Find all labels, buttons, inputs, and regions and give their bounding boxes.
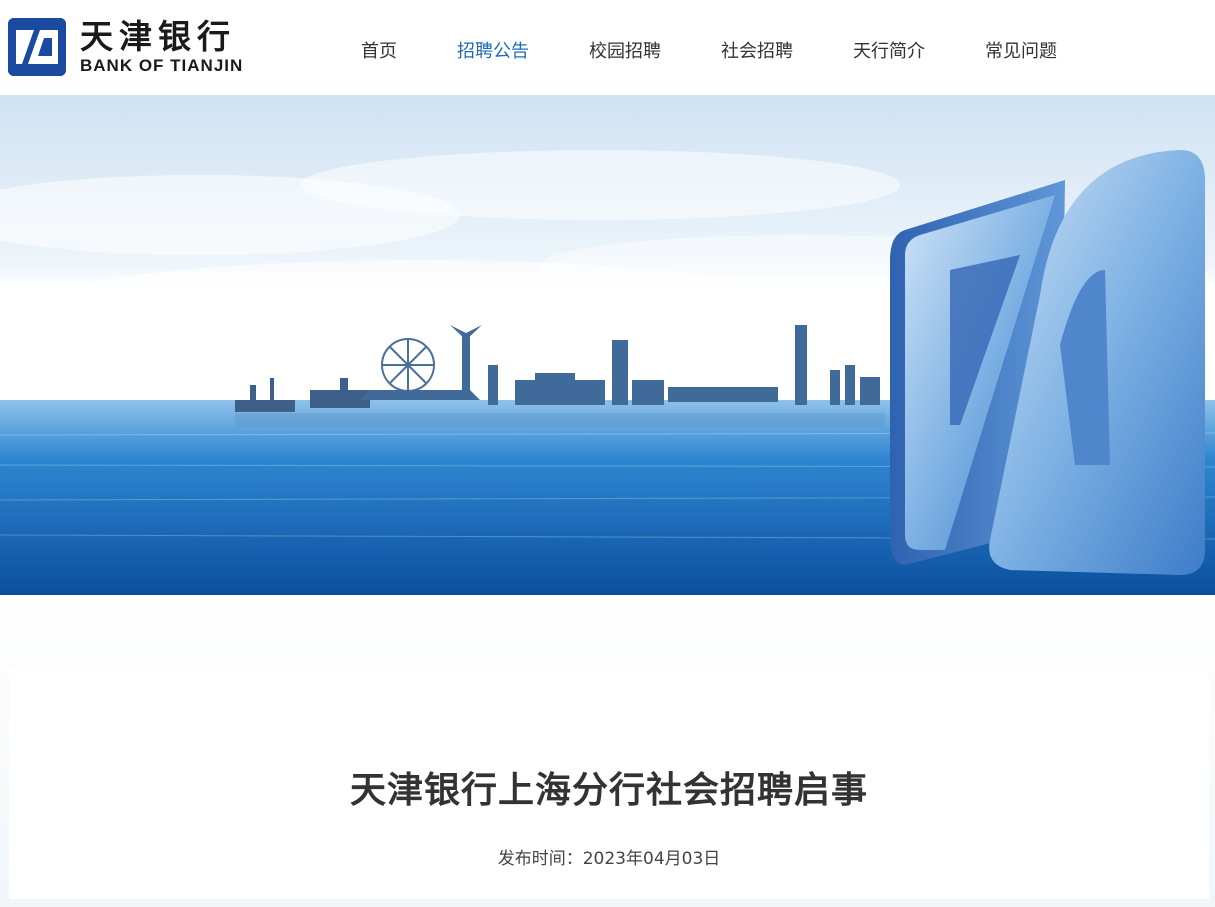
bank-logo-icon <box>8 18 66 76</box>
article-date: 发布时间：2023年04月03日 <box>9 844 1209 869</box>
article-card: 天津银行上海分行社会招聘启事 发布时间：2023年04月03日 <box>9 667 1209 899</box>
nav-item-announcements[interactable]: 招聘公告 <box>457 37 529 63</box>
nav-item-faq[interactable]: 常见问题 <box>985 37 1057 63</box>
brand-logo[interactable]: 天津银行 BANK OF TIANJIN <box>8 17 288 77</box>
date-label: 发布时间： <box>497 849 583 869</box>
nav-item-home[interactable]: 首页 <box>361 37 397 63</box>
nav-item-social[interactable]: 社会招聘 <box>721 37 793 63</box>
nav-item-about[interactable]: 天行简介 <box>853 37 925 63</box>
nav-item-campus[interactable]: 校园招聘 <box>589 37 661 63</box>
site-header: 天津银行 BANK OF TIANJIN 首页 招聘公告 校园招聘 社会招聘 天… <box>0 0 1215 95</box>
hero-banner <box>0 95 1215 595</box>
brand-name-cn: 天津银行 <box>80 17 236 56</box>
brand-name-en: BANK OF TIANJIN <box>80 56 244 75</box>
banner-art <box>0 95 1215 595</box>
brand-text: 天津银行 BANK OF TIANJIN <box>80 18 243 76</box>
date-value: 2023年04月03日 <box>582 849 721 869</box>
article-title: 天津银行上海分行社会招聘启事 <box>349 770 868 811</box>
